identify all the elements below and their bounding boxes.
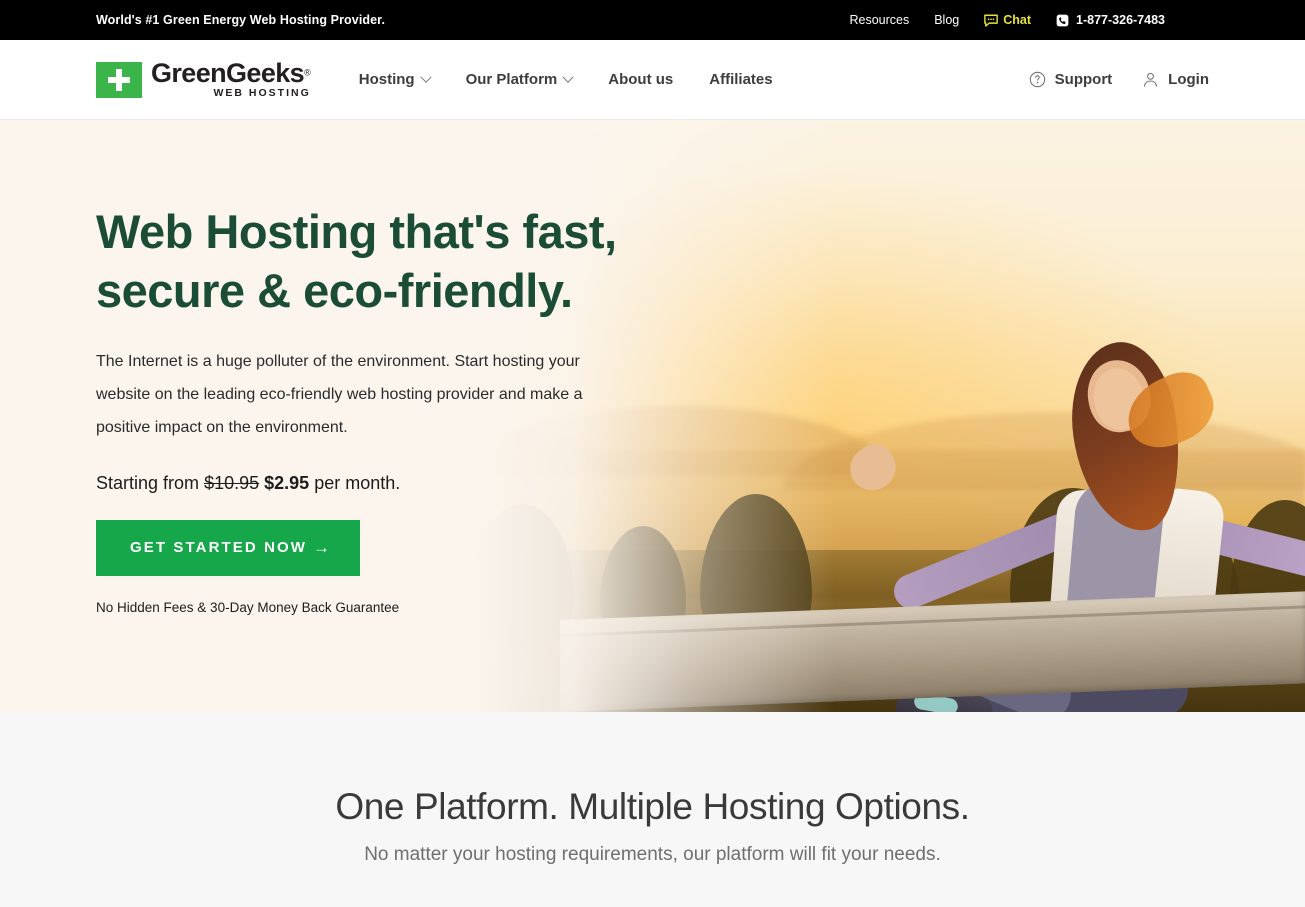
price-original: $10.95 [204, 472, 260, 493]
platform-section-title: One Platform. Multiple Hosting Options. [335, 786, 970, 827]
hero-paragraph: The Internet is a huge polluter of the e… [96, 353, 583, 437]
nav-item-label: About us [608, 71, 674, 88]
topbar-tagline: World's #1 Green Energy Web Hosting Prov… [96, 13, 386, 27]
topbar-link-blog[interactable]: Blog [934, 13, 959, 27]
price-prefix: Starting from [96, 472, 200, 493]
logo-wordmark: GreenGeeks® WEB HOSTING [151, 60, 311, 99]
phone-icon [1056, 14, 1069, 27]
arrow-right-icon: → [313, 537, 331, 557]
registered-mark: ® [304, 67, 311, 78]
chat-bubble-icon [984, 14, 999, 27]
hero-pricing-line: Starting from $10.95 $2.95 per month. [96, 473, 620, 494]
platform-section: One Platform. Multiple Hosting Options. … [0, 712, 1305, 907]
login-label: Login [1168, 71, 1209, 88]
support-label: Support [1054, 71, 1113, 88]
plus-icon [108, 68, 130, 91]
topbar-links: Resources Blog Chat 1-877-326-7483 [849, 13, 1165, 27]
hero-guarantee-note: No Hidden Fees & 30-Day Money Back Guara… [96, 599, 400, 615]
hero-heading: Web Hosting that's fast, secure & eco-fr… [96, 202, 620, 320]
topbar-chat-link[interactable]: Chat [984, 13, 1031, 27]
support-link[interactable]: Support [1029, 71, 1113, 88]
logo[interactable]: GreenGeeks® WEB HOSTING [96, 60, 311, 99]
topbar-chat-label: Chat [1003, 13, 1032, 27]
nav-item-hosting[interactable]: Hosting [358, 71, 432, 88]
nav-item-label: Our Platform [465, 71, 558, 88]
hero-content: Web Hosting that's fast, secure & eco-fr… [0, 120, 620, 615]
login-link[interactable]: Login [1142, 71, 1209, 88]
hero-section: Web Hosting that's fast, secure & eco-fr… [0, 120, 1305, 712]
nav-item-label: Affiliates [709, 71, 773, 88]
top-utility-bar: World's #1 Green Energy Web Hosting Prov… [0, 0, 1305, 40]
logo-mark [96, 61, 142, 98]
topbar-phone[interactable]: 1-877-326-7483 [1056, 13, 1165, 27]
nav-item-our-platform[interactable]: Our Platform [465, 71, 574, 88]
chevron-down-icon [419, 71, 432, 83]
platform-section-subtitle: No matter your hosting requirements, our… [364, 844, 941, 865]
site-header: GreenGeeks® WEB HOSTING Hosting Our Plat… [0, 40, 1305, 120]
user-icon [1142, 71, 1159, 88]
header-actions: Support Login [1029, 71, 1209, 88]
question-circle-icon [1029, 71, 1046, 88]
logo-tagline: WEB HOSTING [213, 87, 311, 100]
nav-item-about-us[interactable]: About us [608, 71, 673, 88]
price-suffix: per month. [314, 472, 401, 493]
logo-name: GreenGeeks [151, 58, 305, 89]
chevron-down-icon [562, 71, 574, 83]
get-started-button[interactable]: GET STARTED NOW → [96, 519, 361, 576]
main-navigation: Hosting Our Platform About us Affiliates [359, 71, 773, 88]
topbar-link-resources[interactable]: Resources [849, 13, 909, 27]
price-current: $2.95 [264, 472, 310, 493]
topbar-phone-number: 1-877-326-7483 [1076, 13, 1165, 27]
hero-heading-line-1: Web Hosting that's fast, [96, 205, 617, 258]
hero-heading-line-2: secure & eco-friendly. [96, 264, 573, 318]
nav-item-affiliates[interactable]: Affiliates [709, 71, 772, 88]
nav-item-label: Hosting [358, 71, 415, 88]
get-started-label: GET STARTED NOW [130, 539, 308, 557]
